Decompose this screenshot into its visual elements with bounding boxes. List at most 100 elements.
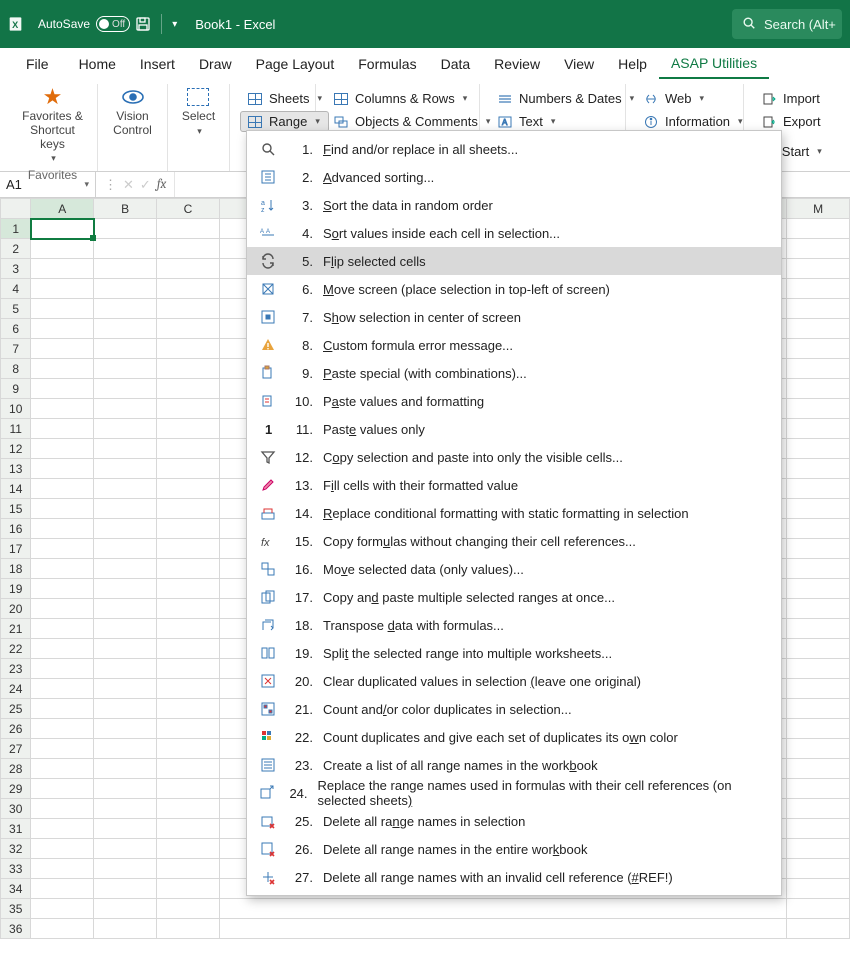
cell[interactable] xyxy=(157,439,220,459)
cell[interactable] xyxy=(787,479,850,499)
row-header[interactable]: 31 xyxy=(1,819,31,839)
cell[interactable] xyxy=(157,819,220,839)
cell[interactable] xyxy=(31,359,94,379)
menu-item-5[interactable]: 5.Flip selected cells xyxy=(247,247,781,275)
cell[interactable] xyxy=(94,919,157,939)
row-header[interactable]: 20 xyxy=(1,599,31,619)
menu-item-26[interactable]: 26.Delete all range names in the entire … xyxy=(247,835,781,863)
cell[interactable] xyxy=(31,499,94,519)
menu-item-3[interactable]: az3.Sort the data in random order xyxy=(247,191,781,219)
cell[interactable] xyxy=(787,279,850,299)
menu-item-22[interactable]: 22.Count duplicates and give each set of… xyxy=(247,723,781,751)
cell[interactable] xyxy=(31,239,94,259)
menu-item-18[interactable]: 18.Transpose data with formulas... xyxy=(247,611,781,639)
cell[interactable] xyxy=(787,579,850,599)
cell[interactable] xyxy=(157,799,220,819)
cell[interactable] xyxy=(157,839,220,859)
row-header[interactable]: 10 xyxy=(1,399,31,419)
cell[interactable] xyxy=(157,279,220,299)
cell[interactable] xyxy=(94,539,157,559)
menu-item-27[interactable]: 27.Delete all range names with an invali… xyxy=(247,863,781,891)
cell[interactable] xyxy=(94,619,157,639)
cell[interactable] xyxy=(31,559,94,579)
tab-formulas[interactable]: Formulas xyxy=(346,50,428,78)
tab-view[interactable]: View xyxy=(552,50,606,78)
cell[interactable] xyxy=(31,739,94,759)
row-header[interactable]: 29 xyxy=(1,779,31,799)
cell[interactable] xyxy=(157,519,220,539)
row-header[interactable]: 19 xyxy=(1,579,31,599)
cell[interactable] xyxy=(157,459,220,479)
cell[interactable] xyxy=(787,619,850,639)
row-header[interactable]: 4 xyxy=(1,279,31,299)
cell[interactable] xyxy=(94,419,157,439)
cell[interactable] xyxy=(157,639,220,659)
cell[interactable] xyxy=(787,739,850,759)
menu-item-25[interactable]: 25.Delete all range names in selection xyxy=(247,807,781,835)
row-header[interactable]: 9 xyxy=(1,379,31,399)
cell[interactable] xyxy=(94,639,157,659)
menu-item-16[interactable]: 16.Move selected data (only values)... xyxy=(247,555,781,583)
cell[interactable] xyxy=(94,719,157,739)
qat-customize-icon[interactable]: ▾ xyxy=(172,19,177,30)
web-button[interactable]: Web ▾ xyxy=(636,88,750,109)
cell[interactable] xyxy=(787,259,850,279)
cell[interactable] xyxy=(157,899,220,919)
row-header[interactable]: 33 xyxy=(1,859,31,879)
tab-insert[interactable]: Insert xyxy=(128,50,187,78)
cell[interactable] xyxy=(157,339,220,359)
cell[interactable] xyxy=(94,879,157,899)
cell[interactable] xyxy=(157,319,220,339)
menu-item-15[interactable]: fx15.Copy formulas without changing thei… xyxy=(247,527,781,555)
cell[interactable] xyxy=(787,439,850,459)
cell[interactable] xyxy=(94,359,157,379)
tab-draw[interactable]: Draw xyxy=(187,50,244,78)
row-header[interactable]: 22 xyxy=(1,639,31,659)
tab-home[interactable]: Home xyxy=(67,50,128,78)
col-header-M[interactable]: M xyxy=(787,199,850,219)
cell[interactable] xyxy=(157,659,220,679)
row-header[interactable]: 24 xyxy=(1,679,31,699)
row-header[interactable]: 11 xyxy=(1,419,31,439)
cell[interactable] xyxy=(31,299,94,319)
row-header[interactable]: 8 xyxy=(1,359,31,379)
menu-item-8[interactable]: 8.Custom formula error message... xyxy=(247,331,781,359)
cell[interactable] xyxy=(787,539,850,559)
cell[interactable] xyxy=(787,799,850,819)
row-header[interactable]: 23 xyxy=(1,659,31,679)
cell[interactable] xyxy=(787,359,850,379)
row-header[interactable]: 27 xyxy=(1,739,31,759)
row-header[interactable]: 35 xyxy=(1,899,31,919)
row-header[interactable]: 28 xyxy=(1,759,31,779)
cell[interactable] xyxy=(157,599,220,619)
cell[interactable] xyxy=(157,399,220,419)
cell[interactable] xyxy=(787,379,850,399)
cell[interactable] xyxy=(157,219,220,239)
cell[interactable] xyxy=(94,299,157,319)
cell[interactable] xyxy=(94,839,157,859)
menu-item-13[interactable]: 13.Fill cells with their formatted value xyxy=(247,471,781,499)
cell[interactable] xyxy=(94,519,157,539)
cell[interactable] xyxy=(94,479,157,499)
cell[interactable] xyxy=(157,919,220,939)
cell[interactable] xyxy=(787,919,850,939)
vision-control-button[interactable]: Vision Control xyxy=(113,86,152,138)
accept-icon[interactable]: ✓ xyxy=(140,177,151,193)
cancel-icon[interactable]: ✕ xyxy=(123,177,134,193)
menu-item-1[interactable]: 1.Find and/or replace in all sheets... xyxy=(247,135,781,163)
menu-item-12[interactable]: 12.Copy selection and paste into only th… xyxy=(247,443,781,471)
cell[interactable] xyxy=(94,399,157,419)
row-header[interactable]: 3 xyxy=(1,259,31,279)
cell[interactable] xyxy=(787,419,850,439)
menu-item-17[interactable]: 17.Copy and paste multiple selected rang… xyxy=(247,583,781,611)
cell[interactable] xyxy=(94,899,157,919)
row-header[interactable]: 17 xyxy=(1,539,31,559)
row-header[interactable]: 16 xyxy=(1,519,31,539)
cell[interactable] xyxy=(157,859,220,879)
cell[interactable] xyxy=(94,239,157,259)
cell[interactable] xyxy=(31,819,94,839)
import-button[interactable]: Import xyxy=(754,88,829,109)
cell[interactable] xyxy=(31,699,94,719)
cell[interactable] xyxy=(31,779,94,799)
menu-item-10[interactable]: 10.Paste values and formatting xyxy=(247,387,781,415)
